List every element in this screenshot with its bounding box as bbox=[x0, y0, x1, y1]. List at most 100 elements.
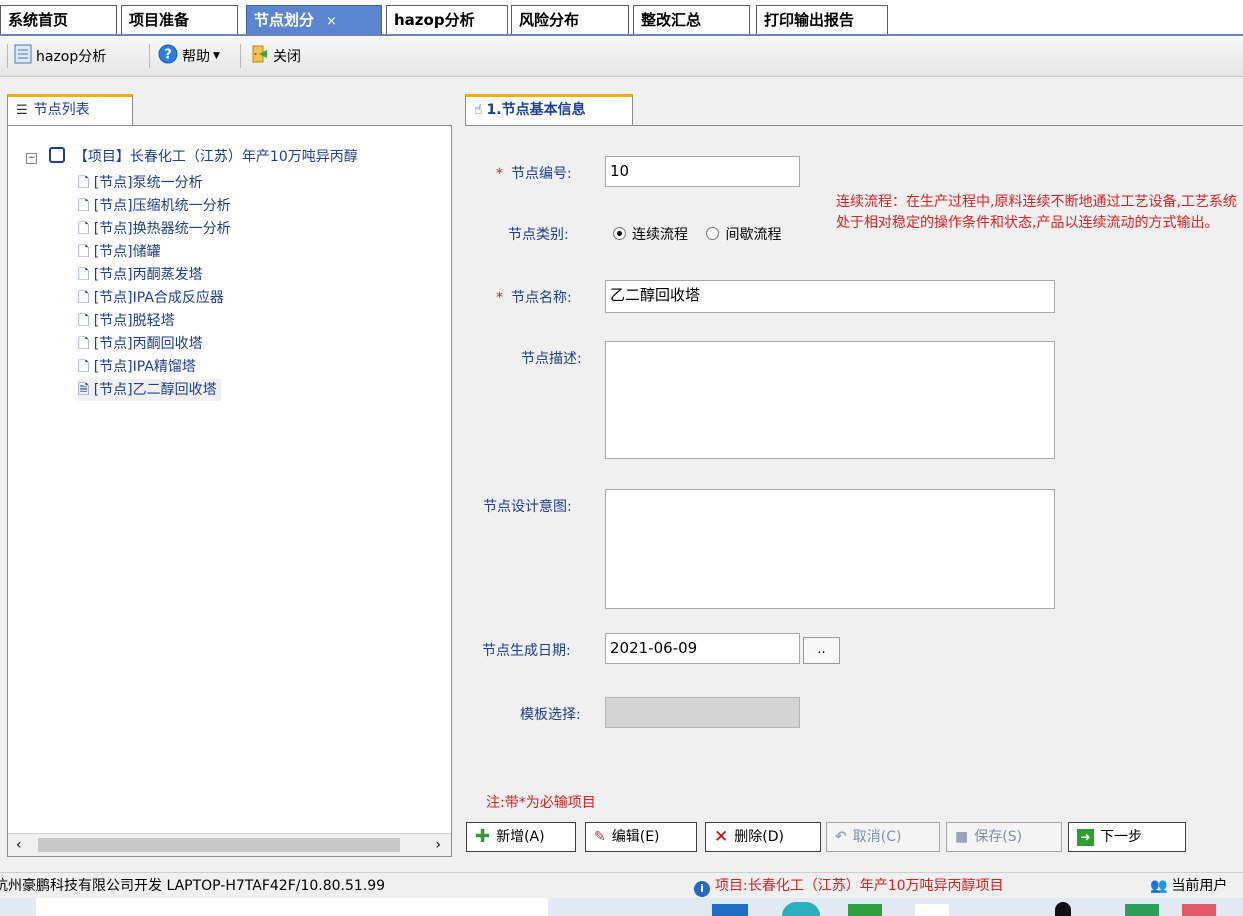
design-intent-label: 节点设计意图: bbox=[483, 499, 572, 515]
node-type-hint: 连续流程：在生产过程中,原料连续不断地通过工艺设备,工艺系统处于相对稳定的操作条… bbox=[836, 194, 1237, 231]
toolbar-separator bbox=[7, 44, 8, 68]
delete-x-icon: ✕ bbox=[714, 827, 729, 847]
exit-door-icon bbox=[249, 44, 269, 68]
tab-hazop-analysis[interactable]: hazop分析 bbox=[386, 5, 508, 34]
node-desc-textarea[interactable] bbox=[605, 341, 1055, 459]
radio-batch[interactable]: 间歇流程 bbox=[706, 227, 781, 243]
tree-root-project[interactable]: − 【项目】长春化工（江苏）年产10万吨异丙醇 bbox=[26, 146, 358, 168]
tree-node[interactable]: 🗋 [节点]压缩机统一分析 bbox=[78, 195, 231, 217]
node-name-input[interactable]: 乙二醇回收塔 bbox=[605, 280, 1055, 313]
node-info-tab[interactable]: ☝ 1.节点基本信息 bbox=[465, 94, 633, 126]
date-label: 节点生成日期: bbox=[482, 643, 571, 659]
tree-node[interactable]: 🗋 [节点]泵统一分析 bbox=[78, 172, 203, 194]
scroll-thumb[interactable] bbox=[38, 838, 400, 852]
tab-node-division[interactable]: 节点划分 × bbox=[246, 5, 382, 34]
node-no-label: * 节点编号: bbox=[496, 166, 572, 182]
tree-node[interactable]: 🗋 [节点]储罐 bbox=[78, 241, 161, 263]
page-icon: 🗋 bbox=[78, 244, 94, 260]
dropdown-arrow-icon: ▼ bbox=[213, 51, 220, 61]
cancel-button[interactable]: ↶ 取消(C) bbox=[826, 822, 940, 852]
taskbar-app-icon[interactable] bbox=[712, 904, 748, 916]
page-icon: 🗋 bbox=[78, 336, 94, 352]
tree-node[interactable]: 🗋 [节点]IPA合成反应器 bbox=[78, 287, 224, 309]
node-type-radio-group: 连续流程 间歇流程 bbox=[613, 224, 781, 244]
next-step-button[interactable]: ➜ 下一步 bbox=[1068, 822, 1186, 852]
toolbar-separator bbox=[149, 44, 150, 68]
save-button[interactable]: ■ 保存(S) bbox=[946, 822, 1062, 852]
tab-risk-distribution[interactable]: 风险分布 bbox=[511, 5, 629, 34]
taskbar-app-icon[interactable] bbox=[1055, 902, 1071, 916]
tree-node[interactable]: 🗋 [节点]丙酮回收塔 bbox=[78, 333, 203, 355]
undo-icon: ↶ bbox=[835, 829, 847, 845]
date-picker-button[interactable]: .. bbox=[803, 637, 840, 664]
toolbar-separator bbox=[240, 44, 241, 68]
main-tab-bar: 系统首页 项目准备 节点划分 × hazop分析 风险分布 整改汇总 打印输出报告 bbox=[0, 0, 1243, 36]
page-icon: 🗋 bbox=[78, 175, 94, 191]
user-icon: 👥 bbox=[1150, 878, 1168, 894]
tree-node[interactable]: 🗋 [节点]IPA精馏塔 bbox=[78, 356, 196, 378]
taskbar-app-icon[interactable] bbox=[1125, 904, 1159, 916]
tab-print-report[interactable]: 打印输出报告 bbox=[756, 5, 888, 34]
status-bar: 杭州豪鹏科技有限公司开发 LAPTOP-H7TAF42F/10.80.51.99… bbox=[0, 872, 1243, 899]
tree-node[interactable]: 🗋 [节点]丙酮蒸发塔 bbox=[78, 264, 203, 286]
page-icon: 🗋 bbox=[78, 290, 94, 306]
close-button[interactable]: 关闭 bbox=[249, 45, 301, 67]
taskbar-app-icon[interactable] bbox=[848, 904, 882, 916]
radio-off-icon bbox=[706, 227, 720, 240]
tree-node[interactable]: 🗋 [节点]脱轻塔 bbox=[78, 310, 175, 332]
tab-home[interactable]: 系统首页 bbox=[0, 5, 117, 34]
next-arrow-icon: ➜ bbox=[1077, 828, 1094, 846]
os-taskbar bbox=[0, 898, 1243, 916]
scroll-left-icon[interactable]: ‹ bbox=[16, 834, 22, 856]
radio-continuous[interactable]: 连续流程 bbox=[613, 227, 688, 243]
tab-close-icon[interactable]: × bbox=[326, 14, 337, 29]
page-filled-icon: 🗎 bbox=[78, 382, 94, 398]
page-icon: 🗋 bbox=[78, 198, 94, 214]
info-icon: i bbox=[694, 881, 710, 897]
node-list-panel: ☰ 节点列表 − 【项目】长春化工（江苏）年产10万吨异丙醇 🗋 [节点]泵统一分… bbox=[3, 88, 454, 859]
page-icon: 🗋 bbox=[78, 221, 94, 237]
taskbar-app-icon[interactable] bbox=[1182, 904, 1216, 916]
node-tree: − 【项目】长春化工（江苏）年产10万吨异丙醇 🗋 [节点]泵统一分析 🗋 [节… bbox=[7, 125, 452, 857]
horizontal-scrollbar[interactable]: ‹ › bbox=[8, 833, 451, 856]
radio-on-icon bbox=[613, 227, 626, 240]
tab-project-prep[interactable]: 项目准备 bbox=[121, 5, 238, 34]
tree-node[interactable]: 🗋 [节点]换热器统一分析 bbox=[78, 218, 231, 240]
status-user: 👥 当前用户 bbox=[1150, 878, 1228, 894]
page-icon: 🗋 bbox=[78, 313, 94, 329]
template-label: 模板选择: bbox=[520, 707, 581, 723]
scroll-right-icon[interactable]: › bbox=[435, 834, 441, 856]
taskbar-search-box[interactable] bbox=[36, 898, 548, 916]
page-icon: 🗋 bbox=[78, 267, 94, 283]
help-button[interactable]: ? 帮助 ▼ bbox=[158, 44, 220, 68]
tab-rectification-summary[interactable]: 整改汇总 bbox=[633, 5, 750, 34]
tree-node-selected[interactable]: 🗎 [节点]乙二醇回收塔 bbox=[78, 379, 221, 401]
design-intent-textarea[interactable] bbox=[605, 489, 1055, 609]
taskbar-browser-icon[interactable] bbox=[782, 902, 820, 916]
save-icon: ■ bbox=[955, 829, 969, 845]
list-icon: ☰ bbox=[16, 103, 28, 118]
plus-icon: ✚ bbox=[475, 826, 491, 847]
edit-button[interactable]: ✎ 编辑(E) bbox=[585, 822, 697, 852]
required-note: 注:带*为必输项目 bbox=[486, 795, 596, 811]
project-icon bbox=[49, 147, 66, 163]
status-company: 杭州豪鹏科技有限公司开发 LAPTOP-H7TAF42F/10.80.51.99 bbox=[0, 878, 386, 894]
svg-text:?: ? bbox=[164, 48, 172, 63]
taskbar-app-icon[interactable] bbox=[915, 904, 949, 916]
hazop-button[interactable]: hazop分析 bbox=[14, 44, 106, 68]
node-type-label: 节点类别: bbox=[508, 227, 569, 243]
help-icon: ? bbox=[158, 44, 178, 68]
add-button[interactable]: ✚ 新增(A) bbox=[466, 822, 576, 852]
node-no-input[interactable]: 10 bbox=[605, 156, 800, 187]
tab-divider bbox=[465, 125, 1243, 126]
status-project: i 项目:长春化工（江苏）年产10万吨异丙醇项目 bbox=[694, 873, 1004, 899]
template-select[interactable] bbox=[605, 697, 800, 728]
date-input[interactable]: 2021-06-09 bbox=[605, 633, 800, 664]
node-list-tab[interactable]: ☰ 节点列表 bbox=[7, 94, 133, 126]
delete-button[interactable]: ✕ 删除(D) bbox=[705, 822, 821, 852]
document-icon bbox=[14, 44, 32, 68]
toolbar: hazop分析 ? 帮助 ▼ 关闭 bbox=[0, 36, 1243, 77]
edit-icon: ✎ bbox=[594, 829, 606, 845]
collapse-icon[interactable]: − bbox=[26, 153, 37, 164]
hand-icon: ☝ bbox=[474, 102, 483, 118]
